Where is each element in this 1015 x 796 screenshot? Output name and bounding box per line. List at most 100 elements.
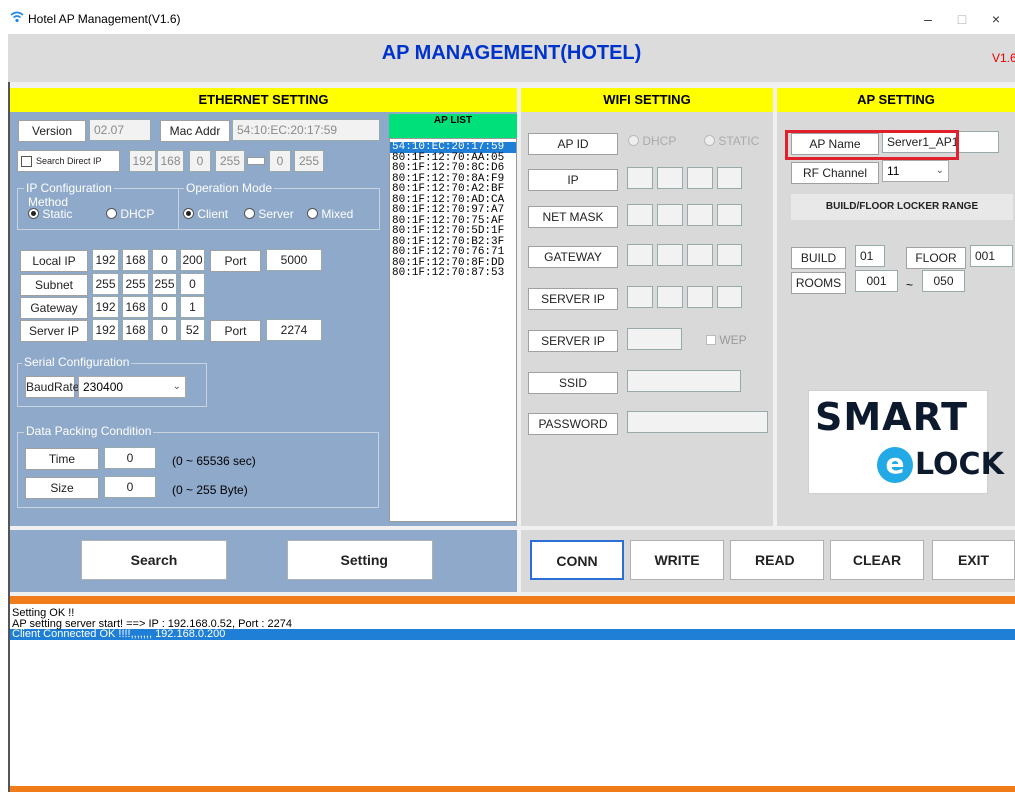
wifi-server-ip-3[interactable]: [687, 286, 713, 308]
version-button[interactable]: Version: [18, 120, 86, 142]
aplist-item[interactable]: 80:1F:12:70:97:A7: [390, 205, 516, 216]
direct-ip-4[interactable]: 255: [215, 150, 245, 172]
netmask-4[interactable]: [717, 204, 742, 226]
gateway-3[interactable]: 0: [152, 296, 177, 318]
read-button[interactable]: READ: [730, 540, 824, 580]
wifi-ip-1[interactable]: [627, 167, 653, 189]
size-field[interactable]: 0: [104, 476, 156, 498]
clear-button[interactable]: CLEAR: [830, 540, 924, 580]
server-ip-button[interactable]: Server IP: [20, 320, 88, 342]
log-line[interactable]: Setting OK !!: [10, 608, 1015, 619]
aplist-item[interactable]: 80:1F:12:70:A2:BF: [390, 184, 516, 195]
wifi-gateway-2[interactable]: [657, 244, 683, 266]
local-ip-1[interactable]: 192: [92, 249, 119, 271]
server-ip-2[interactable]: 168: [122, 319, 149, 341]
mixed-radio[interactable]: Mixed: [307, 207, 353, 221]
rf-channel-select[interactable]: 11 ⌄: [882, 160, 949, 182]
local-ip-4[interactable]: 200: [180, 249, 205, 271]
maximize-button[interactable]: □: [948, 8, 976, 30]
direct-ip-6[interactable]: 255: [294, 150, 324, 172]
aplist-item[interactable]: 80:1F:12:70:76:71: [390, 247, 516, 258]
version-field[interactable]: 02.07: [89, 119, 151, 141]
floor-field[interactable]: 001: [970, 245, 1013, 267]
floor-button[interactable]: FLOOR: [906, 247, 966, 269]
dhcp-radio[interactable]: DHCP: [106, 207, 154, 221]
rooms-from-field[interactable]: 001: [855, 270, 898, 292]
build-button[interactable]: BUILD: [791, 247, 846, 269]
local-port-field[interactable]: 5000: [266, 249, 322, 271]
baudrate-button[interactable]: BaudRate: [25, 376, 79, 398]
wifi-ip-4[interactable]: [717, 167, 742, 189]
server-ip-1[interactable]: 192: [92, 319, 119, 341]
client-radio[interactable]: Client: [183, 207, 228, 221]
exit-button[interactable]: EXIT: [932, 540, 1015, 580]
local-port-button[interactable]: Port: [210, 250, 261, 272]
static-radio[interactable]: Static: [28, 207, 72, 221]
wifi-server-ip-2[interactable]: [657, 286, 683, 308]
netmask-2[interactable]: [657, 204, 683, 226]
direct-ip-2[interactable]: 168: [157, 150, 184, 172]
direct-ip-3[interactable]: 0: [189, 150, 211, 172]
server-port-button[interactable]: Port: [210, 320, 261, 342]
subnet-1[interactable]: 255: [92, 273, 119, 295]
server-ip-3[interactable]: 0: [152, 319, 177, 341]
log-box[interactable]: Setting OK !! AP setting server start! ==…: [10, 596, 1015, 792]
local-ip-button[interactable]: Local IP: [20, 250, 88, 272]
aplist-item[interactable]: 80:1F:12:70:5D:1F: [390, 226, 516, 237]
wifi-gateway-button[interactable]: GATEWAY: [528, 246, 618, 268]
wifi-server-ip-button[interactable]: SERVER IP: [528, 288, 618, 310]
write-button[interactable]: WRITE: [630, 540, 724, 580]
setting-button[interactable]: Setting: [287, 540, 433, 580]
rooms-to-field[interactable]: 050: [922, 270, 965, 292]
subnet-3[interactable]: 255: [152, 273, 177, 295]
rf-channel-button[interactable]: RF Channel: [791, 162, 879, 184]
direct-ip-5[interactable]: 0: [269, 150, 291, 172]
rooms-button[interactable]: ROOMS: [791, 272, 846, 294]
subnet-button[interactable]: Subnet: [20, 274, 88, 296]
wifi-ip-button[interactable]: IP: [528, 169, 618, 191]
gateway-2[interactable]: 168: [122, 296, 149, 318]
size-button[interactable]: Size: [25, 477, 99, 499]
ap-id-button[interactable]: AP ID: [528, 133, 618, 155]
gateway-1[interactable]: 192: [92, 296, 119, 318]
aplist-item[interactable]: 80:1F:12:70:87:53: [390, 268, 516, 279]
aplist-box[interactable]: 54:10:EC:20:17:59 80:1F:12:70:AA:05 80:1F:…: [389, 138, 517, 522]
netmask-button[interactable]: NET MASK: [528, 206, 618, 228]
wifi-gateway-3[interactable]: [687, 244, 713, 266]
minimize-button[interactable]: –: [914, 8, 942, 30]
server-radio[interactable]: Server: [244, 207, 294, 221]
wifi-server-ip2-button[interactable]: SERVER IP: [528, 330, 618, 352]
subnet-2[interactable]: 255: [122, 273, 149, 295]
conn-button[interactable]: CONN: [530, 540, 624, 580]
server-port-field[interactable]: 2274: [266, 319, 322, 341]
password-field[interactable]: [627, 411, 768, 433]
wifi-ip-3[interactable]: [687, 167, 713, 189]
netmask-1[interactable]: [627, 204, 653, 226]
build-field[interactable]: 01: [855, 245, 885, 267]
search-button[interactable]: Search: [81, 540, 227, 580]
wifi-server-ip-1[interactable]: [627, 286, 653, 308]
close-button[interactable]: ×: [982, 8, 1010, 30]
gateway-4[interactable]: 1: [180, 296, 205, 318]
gateway-button[interactable]: Gateway: [20, 297, 88, 319]
wifi-dhcp-radio[interactable]: DHCP: [628, 134, 676, 148]
wifi-static-radio[interactable]: STATIC: [704, 134, 759, 148]
aplist-item[interactable]: 54:10:EC:20:17:59: [390, 142, 516, 153]
local-ip-3[interactable]: 0: [152, 249, 177, 271]
wep-checkbox[interactable]: WEP: [706, 333, 747, 347]
wifi-gateway-4[interactable]: [717, 244, 742, 266]
baudrate-select[interactable]: 230400 ⌄: [78, 376, 186, 398]
wifi-ip-2[interactable]: [657, 167, 683, 189]
netmask-3[interactable]: [687, 204, 713, 226]
password-button[interactable]: PASSWORD: [528, 413, 618, 435]
direct-ip-1[interactable]: 192: [129, 150, 156, 172]
aplist-item[interactable]: 80:1F:12:70:8C:D6: [390, 163, 516, 174]
mac-addr-button[interactable]: Mac Addr: [160, 120, 230, 142]
mac-addr-field[interactable]: 54:10:EC:20:17:59: [232, 119, 380, 141]
wifi-gateway-1[interactable]: [627, 244, 653, 266]
local-ip-2[interactable]: 168: [122, 249, 149, 271]
time-button[interactable]: Time: [25, 448, 99, 470]
ssid-field[interactable]: [627, 370, 741, 392]
search-direct-ip-checkbox[interactable]: Search Direct IP: [17, 150, 120, 172]
wifi-server-ip2-field[interactable]: [627, 328, 682, 350]
